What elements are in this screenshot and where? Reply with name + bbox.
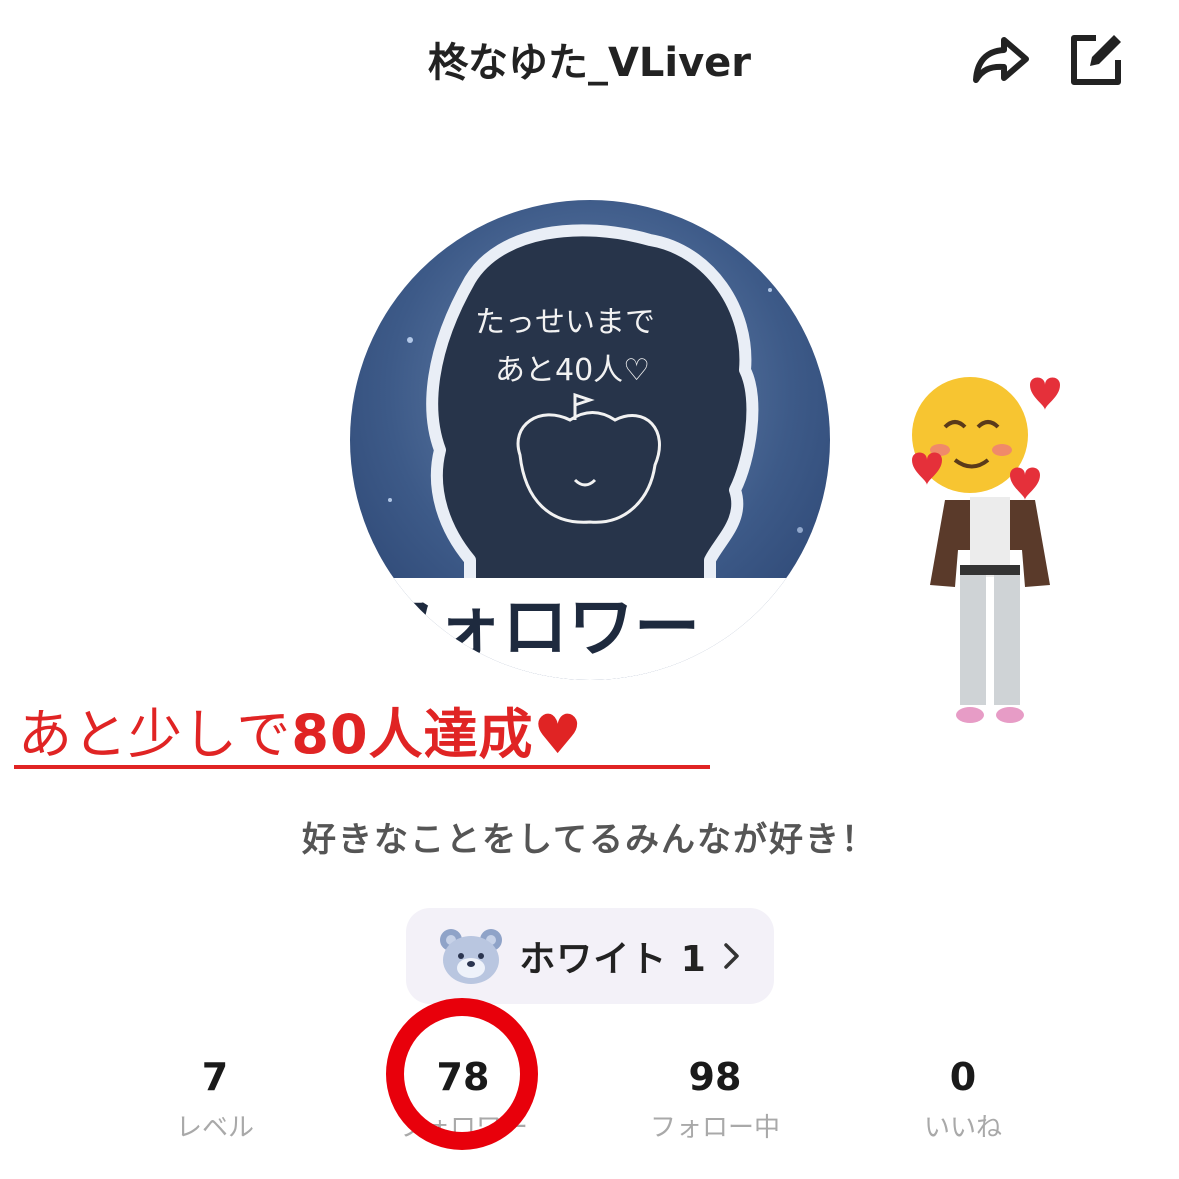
stat-following[interactable]: 98 フォロー中: [605, 1055, 825, 1144]
edit-icon[interactable]: [1066, 30, 1126, 90]
profile-bio: 好きなことをしてるみんなが好き！: [302, 820, 877, 860]
avatar-image: たっせいまで あと40人♡ フォロワー: [350, 200, 830, 680]
bear-icon: [440, 929, 503, 984]
rank-label: ホワイト 1: [519, 939, 707, 980]
avatar-character-sticker: [912, 377, 1060, 723]
stat-likes[interactable]: 0 いいね: [853, 1055, 1073, 1144]
stat-level-label: レベル: [175, 1113, 254, 1143]
stat-likes-value: 0: [949, 1055, 977, 1099]
stat-followers[interactable]: 78 フォロワー: [353, 1055, 573, 1144]
stat-following-label: フォロー中: [649, 1113, 780, 1143]
overlay-caption: あと少しで80人達成♥: [18, 703, 583, 766]
heart-icon: [1010, 467, 1040, 500]
share-arrow-icon[interactable]: [970, 32, 1030, 88]
profile-avatar[interactable]: たっせいまで あと40人♡ フォロワー: [350, 200, 830, 680]
stat-following-value: 98: [688, 1055, 742, 1099]
stat-likes-label: いいね: [923, 1113, 1002, 1143]
stat-level[interactable]: 7 レベル: [105, 1055, 325, 1144]
stat-level-value: 7: [201, 1055, 229, 1099]
stat-followers-label: フォロワー: [397, 1113, 528, 1143]
stat-followers-value: 78: [436, 1055, 490, 1099]
rank-badge-button[interactable]: ホワイト 1: [406, 908, 774, 1004]
avatar-handwriting-1: たっせいまで: [475, 305, 655, 340]
avatar-handwriting-2: あと40人♡: [495, 353, 650, 388]
avatar-banner-text: フォロワー: [370, 589, 700, 666]
chevron-right-icon: [724, 943, 739, 969]
heart-icon: [1030, 377, 1060, 410]
overlay-underline: [14, 765, 710, 769]
